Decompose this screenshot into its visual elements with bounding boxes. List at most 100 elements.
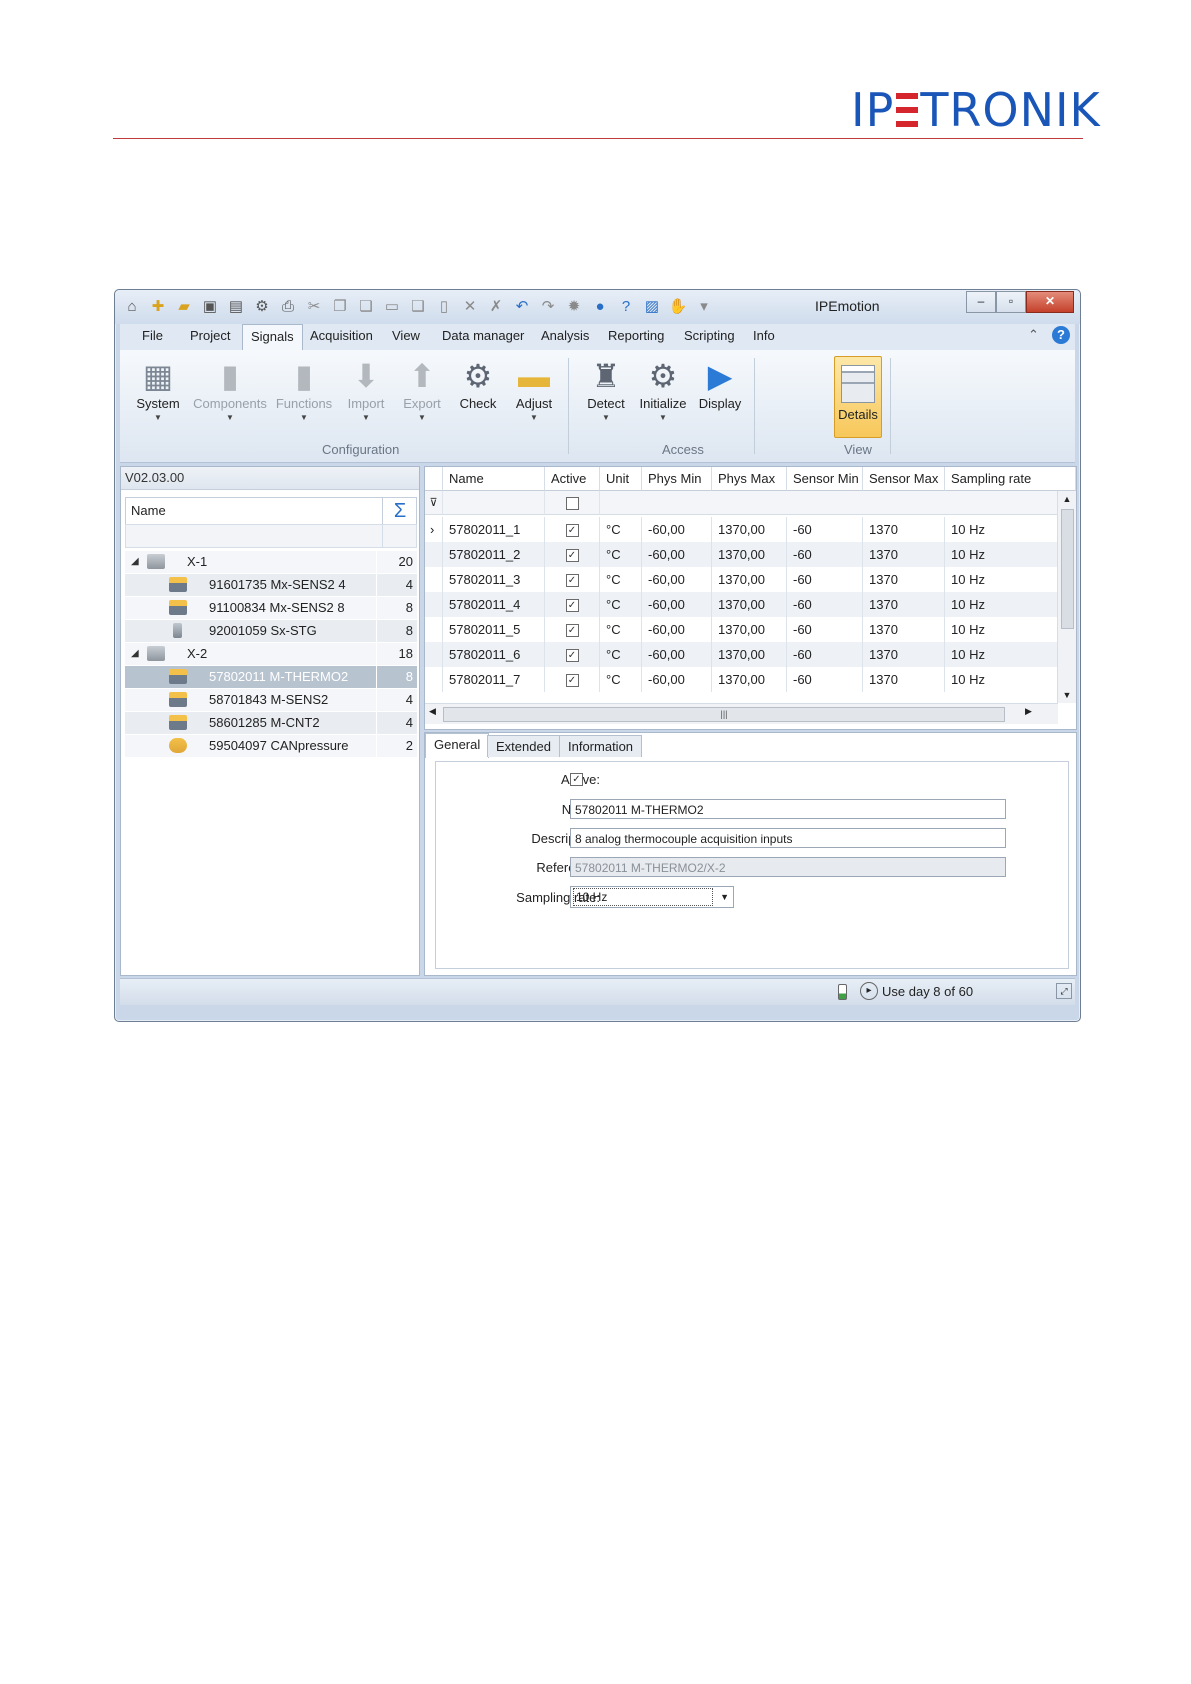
cut-icon[interactable]: ✂ xyxy=(303,297,325,317)
print-icon[interactable]: ⎙ xyxy=(277,297,299,317)
tree-row-x1[interactable]: ◢ X-1 20 xyxy=(125,551,417,574)
detect-button[interactable]: ♜ Detect ▼ xyxy=(578,356,634,422)
open-icon[interactable]: ⌂ xyxy=(121,297,143,317)
tab-acquisition[interactable]: Acquisition xyxy=(310,328,373,343)
sum-icon[interactable]: Σ xyxy=(382,498,417,524)
wrench-icon[interactable]: ● xyxy=(589,297,611,317)
document-icon[interactable]: ▯ xyxy=(433,297,455,317)
paste-special-icon[interactable]: ▭ xyxy=(381,297,403,317)
tab-information[interactable]: Information xyxy=(559,735,643,757)
tab-data-manager[interactable]: Data manager xyxy=(442,328,524,343)
col-sensor-max[interactable]: Sensor Max xyxy=(863,467,945,491)
close-button[interactable]: ✕ xyxy=(1026,291,1074,313)
tab-analysis[interactable]: Analysis xyxy=(541,328,589,343)
scroll-left-icon[interactable]: ◀ xyxy=(429,706,436,717)
tools-icon[interactable]: ✗ xyxy=(485,297,507,317)
tab-project[interactable]: Project xyxy=(190,328,230,343)
active-checkbox[interactable]: ✓ xyxy=(565,624,579,638)
tree-row-module[interactable]: 92001059 Sx-STG 8 xyxy=(125,620,417,643)
description-field[interactable]: 8 analog thermocouple acquisition inputs xyxy=(570,828,1006,848)
tree-row-module[interactable]: 91100834 Mx-SENS2 88 xyxy=(125,597,417,620)
new-icon[interactable]: ✚ xyxy=(147,297,169,317)
tree-row-module[interactable]: 91601735 Mx-SENS2 44 xyxy=(125,574,417,597)
expand-arrow-icon[interactable]: ◢ xyxy=(131,643,139,665)
filter-active[interactable] xyxy=(545,491,600,515)
horizontal-scroll-thumb[interactable]: ||| xyxy=(443,707,1005,722)
tree-row-module[interactable]: 58601285 M-CNT2 4 xyxy=(125,712,417,735)
undo-icon[interactable]: ↶ xyxy=(511,297,533,317)
display-button[interactable]: ▶ Display xyxy=(692,356,748,411)
table-row[interactable]: 57802011_7 ✓ °C -60,00 1370,00 -60 1370 … xyxy=(425,667,1058,692)
tab-info[interactable]: Info xyxy=(753,328,775,343)
tab-view[interactable]: View xyxy=(392,328,420,343)
tree-row-module[interactable]: 59504097 CANpressure 2 xyxy=(125,735,417,758)
hand-icon[interactable]: ✋ xyxy=(667,297,689,317)
scroll-down-icon[interactable]: ▼ xyxy=(1058,687,1076,703)
copy-icon[interactable]: ❐ xyxy=(329,297,351,317)
table-row[interactable]: 57802011_2 ✓ °C -60,00 1370,00 -60 1370 … xyxy=(425,542,1058,567)
sampling-rate-select[interactable]: 10 Hz ▼ xyxy=(570,886,734,908)
table-row[interactable]: 57802011_3 ✓ °C -60,00 1370,00 -60 1370 … xyxy=(425,567,1058,592)
paste-icon[interactable]: ❏ xyxy=(355,297,377,317)
resize-grip-icon[interactable]: ⤢ xyxy=(1056,983,1072,999)
import-button[interactable]: ⬇ Import ▼ xyxy=(338,356,394,422)
table-row[interactable]: › 57802011_1 ✓ °C -60,00 1370,00 -60 137… xyxy=(425,517,1058,542)
tab-file[interactable]: File xyxy=(142,328,163,343)
filter-icon[interactable]: ⊽ xyxy=(425,491,443,515)
tab-extended[interactable]: Extended xyxy=(487,735,560,757)
duplicate-icon[interactable]: ❑ xyxy=(407,297,429,317)
chart-icon[interactable]: ▨ xyxy=(641,297,663,317)
active-checkbox[interactable]: ✓ xyxy=(565,574,579,588)
vertical-scrollbar[interactable]: ▲ ▼ xyxy=(1057,491,1076,703)
table-row[interactable]: 57802011_6 ✓ °C -60,00 1370,00 -60 1370 … xyxy=(425,642,1058,667)
tab-reporting[interactable]: Reporting xyxy=(608,328,664,343)
components-button[interactable]: ▮ Components ▼ xyxy=(192,356,268,422)
col-sensor-min[interactable]: Sensor Min xyxy=(787,467,863,491)
tree-row-x2[interactable]: ◢ X-2 18 xyxy=(125,643,417,666)
active-checkbox[interactable]: ✓ xyxy=(565,524,579,538)
check-button[interactable]: ⚙ Check xyxy=(450,356,506,411)
scroll-up-icon[interactable]: ▲ xyxy=(1058,491,1076,507)
col-phys-min[interactable]: Phys Min xyxy=(642,467,712,491)
save-as-icon[interactable]: ▤ xyxy=(225,297,247,317)
collapse-ribbon-icon[interactable]: ⌃ xyxy=(1028,327,1039,343)
tab-signals[interactable]: Signals xyxy=(242,324,303,350)
expand-arrow-icon[interactable]: ◢ xyxy=(131,551,139,573)
delete-icon[interactable]: ✕ xyxy=(459,297,481,317)
customize-arrow-icon[interactable]: ▾ xyxy=(693,297,715,317)
settings-icon[interactable]: ✹ xyxy=(563,297,585,317)
help-icon[interactable]: ? xyxy=(1052,326,1070,344)
table-row[interactable]: 57802011_5 ✓ °C -60,00 1370,00 -60 1370 … xyxy=(425,617,1058,642)
filter-name[interactable] xyxy=(443,491,545,515)
tree-filter-row[interactable] xyxy=(125,524,417,548)
active-checkbox[interactable]: ✓ xyxy=(565,599,579,613)
active-checkbox[interactable]: ✓ xyxy=(565,649,579,663)
tab-scripting[interactable]: Scripting xyxy=(684,328,735,343)
open-folder-icon[interactable]: ▰ xyxy=(173,297,195,317)
export-button[interactable]: ⬆ Export ▼ xyxy=(394,356,450,422)
col-unit[interactable]: Unit xyxy=(600,467,642,491)
tree-row-module[interactable]: 58701843 M-SENS2 4 xyxy=(125,689,417,712)
auto-icon[interactable]: ⚙ xyxy=(251,297,273,317)
col-sampling-rate[interactable]: Sampling rate xyxy=(945,467,1076,491)
redo-icon[interactable]: ↷ xyxy=(537,297,559,317)
save-icon[interactable]: ▣ xyxy=(199,297,221,317)
active-checkbox[interactable]: ✓ xyxy=(570,773,583,786)
active-checkbox[interactable]: ✓ xyxy=(565,674,579,688)
help-icon[interactable]: ? xyxy=(615,297,637,317)
filter-row[interactable] xyxy=(600,491,1058,515)
minimize-button[interactable]: – xyxy=(966,291,996,313)
col-name[interactable]: Name xyxy=(443,467,545,491)
scroll-right-icon[interactable]: ▶ xyxy=(1025,706,1032,717)
vertical-scroll-thumb[interactable] xyxy=(1061,509,1074,629)
horizontal-scrollbar[interactable]: ◀ ||| ▶ xyxy=(425,703,1058,724)
system-button[interactable]: ▦ System ▼ xyxy=(130,356,186,422)
tree-row-module-selected[interactable]: 57802011 M-THERMO2 8 xyxy=(125,666,417,689)
col-active[interactable]: Active xyxy=(545,467,600,491)
name-field[interactable]: 57802011 M-THERMO2 xyxy=(570,799,1006,819)
tab-general[interactable]: General xyxy=(425,733,490,758)
active-checkbox[interactable]: ✓ xyxy=(565,549,579,563)
initialize-button[interactable]: ⚙ Initialize ▼ xyxy=(634,356,692,422)
adjust-button[interactable]: ▬ Adjust ▼ xyxy=(506,356,562,422)
tree-name-column[interactable]: Name xyxy=(131,503,166,518)
